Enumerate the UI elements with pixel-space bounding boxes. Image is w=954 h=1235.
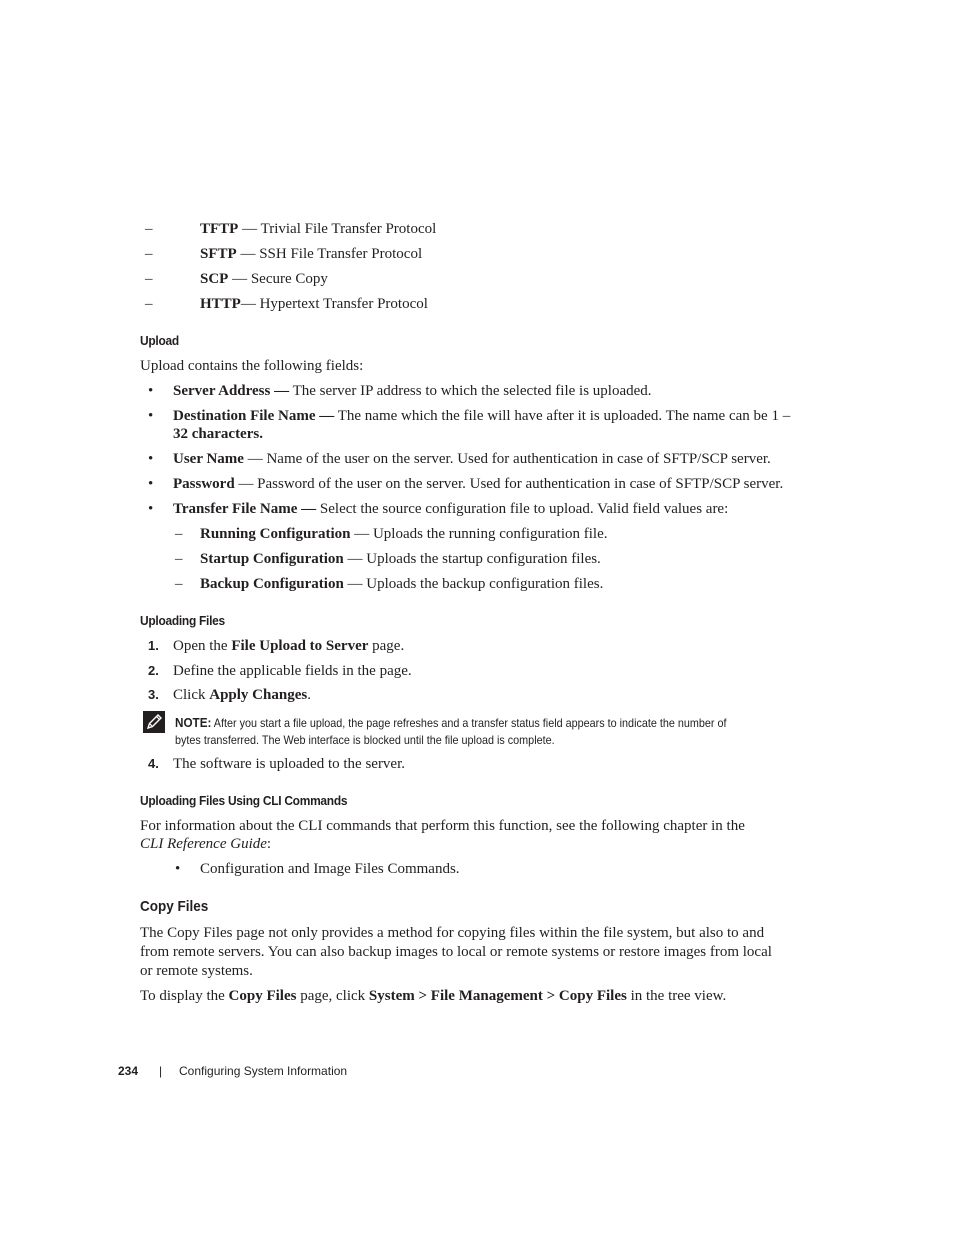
step-number: 1. (148, 638, 159, 653)
list-item: TFTP — Trivial File Transfer Protocol (200, 221, 437, 237)
list-item: Password — Password of the user on the s… (173, 476, 784, 492)
section-heading-uploading-files: Uploading Files (140, 613, 225, 628)
bullet: • (175, 861, 181, 877)
note-line: NOTE: After you start a file upload, the… (175, 715, 727, 730)
paragraph-line: from remote servers. You can also backup… (140, 944, 772, 960)
note-line: bytes transferred. The Web interface is … (175, 733, 555, 747)
page-number: 234 (118, 1064, 139, 1078)
list-item: SCP — Secure Copy (200, 271, 328, 287)
note-label: NOTE: (175, 715, 212, 730)
bullet: • (148, 408, 154, 424)
paragraph-line: The Copy Files page not only provides a … (140, 925, 765, 941)
cli-reference-guide: CLI Reference Guide (140, 836, 267, 852)
step-number: 3. (148, 687, 159, 702)
bullet: • (148, 501, 154, 517)
bullet: • (148, 451, 154, 467)
pencil-note-icon (143, 711, 165, 733)
section-heading-copy-files: Copy Files (140, 898, 209, 915)
list-item: HTTP— Hypertext Transfer Protocol (200, 296, 428, 312)
step-text: Open the File Upload to Server page. (173, 638, 405, 654)
list-dash: – (145, 271, 153, 287)
list-item-continuation: 32 characters. (173, 426, 263, 442)
chapter-title: Configuring System Information (179, 1064, 348, 1078)
paragraph-line: or remote systems. (140, 963, 253, 979)
list-item: Server Address — The server IP address t… (173, 383, 652, 399)
list-dash: – (175, 526, 183, 542)
list-item: SFTP — SSH File Transfer Protocol (200, 246, 423, 262)
list-dash: – (175, 576, 183, 592)
list-item: User Name — Name of the user on the serv… (173, 451, 771, 467)
upload-intro: Upload contains the following fields: (140, 358, 364, 374)
list-item: Destination File Name — The name which t… (173, 408, 791, 424)
list-item: Running Configuration — Uploads the runn… (200, 526, 608, 542)
list-item: Configuration and Image Files Commands. (200, 861, 460, 877)
display-instruction: To display the Copy Files page, click Sy… (140, 988, 727, 1004)
list-item: Transfer File Name — Select the source c… (173, 501, 729, 517)
list-dash: – (175, 551, 183, 567)
cli-paragraph-line: CLI Reference Guide: (140, 836, 272, 852)
cli-paragraph-line: For information about the CLI commands t… (140, 818, 745, 834)
step-number: 4. (148, 756, 159, 771)
list-dash: – (145, 296, 153, 312)
bullet: • (148, 383, 154, 399)
bullet: • (148, 476, 154, 492)
step-number: 2. (148, 663, 159, 678)
section-heading-upload: Upload (140, 333, 179, 348)
list-dash: – (145, 221, 153, 237)
section-heading-cli: Uploading Files Using CLI Commands (140, 793, 348, 808)
document-page: – TFTP — Trivial File Transfer Protocol … (0, 0, 954, 1235)
footer-separator: | (159, 1064, 163, 1078)
list-item: Startup Configuration — Uploads the star… (200, 551, 601, 567)
list-dash: – (145, 246, 153, 262)
step-text: Click Apply Changes. (173, 687, 311, 703)
list-item: Backup Configuration — Uploads the backu… (200, 576, 604, 592)
step-text: Define the applicable fields in the page… (173, 663, 412, 679)
step-text: The software is uploaded to the server. (173, 756, 406, 772)
